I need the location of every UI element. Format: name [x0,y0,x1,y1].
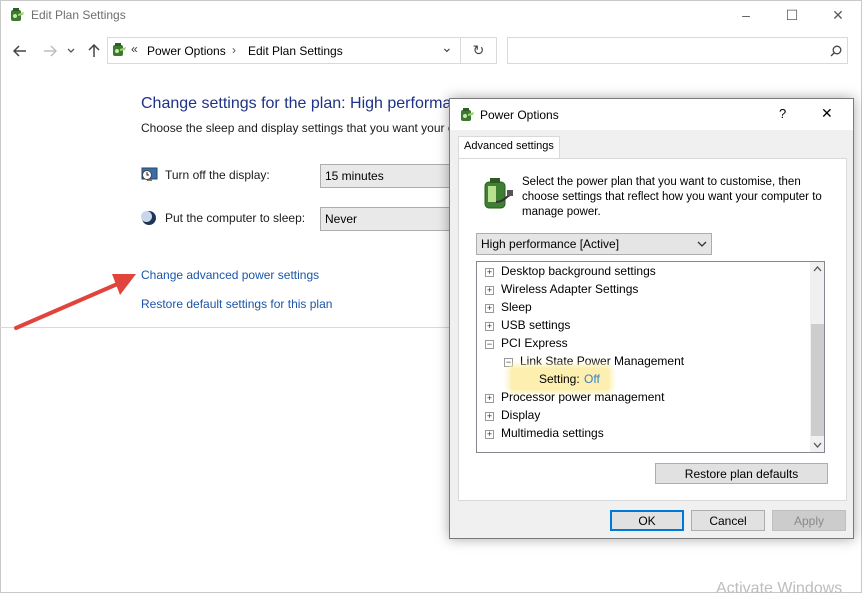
breadcrumb-overflow[interactable]: « [131,42,138,56]
change-advanced-power-settings-link[interactable]: Change advanced power settings [141,268,319,282]
dialog-close-button[interactable]: ✕ [821,105,833,122]
power-options-icon [111,42,127,61]
expand-icon[interactable]: + [485,322,494,331]
back-arrow-icon [13,45,26,57]
annotation-arrow [14,274,136,330]
battery-plug-icon [480,176,514,215]
back-button[interactable] [10,40,30,62]
collapse-icon[interactable]: − [504,358,513,367]
refresh-button[interactable]: ↻ [461,37,497,64]
ok-button[interactable]: OK [610,510,684,531]
chevron-down-icon [697,241,707,247]
expand-icon[interactable]: + [485,412,494,421]
address-bar[interactable]: « Power Options › Edit Plan Settings ⌄ [107,37,461,64]
maximize-icon: ☐ [785,6,799,23]
window-title: Edit Plan Settings [31,8,126,22]
dialog-title: Power Options [480,108,559,122]
display-label: Turn off the display: [165,168,270,182]
power-plan-select[interactable]: High performance [Active] [476,233,712,255]
tree-item-display[interactable]: Display [501,407,540,423]
setting-value-link[interactable]: Off [584,371,600,387]
display-clock-icon [141,167,158,186]
address-dropdown-icon[interactable]: ⌄ [441,39,453,56]
scroll-up-icon[interactable] [813,266,822,272]
advanced-settings-panel: Select the power plan that you want to c… [458,158,847,501]
tree-item-desktop-background[interactable]: Desktop background settings [501,263,656,279]
tree-item-sleep[interactable]: Sleep [501,299,532,315]
tree-item-setting-label: Setting: [539,372,580,386]
dialog-intro-text: Select the power plan that you want to c… [522,176,822,218]
sleep-moon-icon [141,210,157,229]
minimize-button[interactable]: – [723,0,769,30]
power-options-icon [459,107,475,126]
help-button[interactable]: ? [779,106,786,121]
sleep-label: Put the computer to sleep: [165,211,306,225]
tree-item-usb-settings[interactable]: USB settings [501,317,570,333]
breadcrumb-separator: › [232,43,236,57]
scroll-thumb[interactable] [811,324,824,436]
sleep-timeout-select[interactable]: Never [320,207,455,231]
forward-arrow-icon [44,45,57,57]
maximize-button[interactable]: ☐ [769,0,815,30]
up-button[interactable] [84,40,104,62]
tree-item-multimedia[interactable]: Multimedia settings [501,425,604,441]
activation-watermark: Activate Windows [716,580,843,597]
display-timeout-select[interactable]: 15 minutes [320,164,455,188]
expand-icon[interactable]: + [485,394,494,403]
forward-button[interactable] [40,40,60,62]
settings-tree[interactable]: + Desktop background settings + Wireless… [476,261,825,453]
minimize-icon: – [742,7,750,23]
restore-plan-defaults-button[interactable]: Restore plan defaults [655,463,828,484]
expand-icon[interactable]: + [485,268,494,277]
close-button[interactable]: ✕ [815,0,861,30]
breadcrumb-power-options[interactable]: Power Options [147,44,226,58]
tab-advanced-settings[interactable]: Advanced settings [458,136,560,159]
breadcrumb-edit-plan-settings[interactable]: Edit Plan Settings [248,44,343,58]
collapse-icon[interactable]: − [485,340,494,349]
power-options-icon [9,7,25,23]
dialog-titlebar: Power Options ? ✕ [450,99,853,130]
tree-item-link-state-power[interactable]: Link State Power Management [520,353,684,369]
power-options-dialog: Power Options ? ✕ Advanced settings Sele… [449,98,854,539]
chevron-down-icon [67,48,75,53]
tree-item-pci-express[interactable]: PCI Express [501,335,568,351]
search-input[interactable] [507,37,848,64]
expand-icon[interactable]: + [485,286,494,295]
tree-scrollbar[interactable] [810,262,824,452]
close-icon: ✕ [832,6,844,23]
recent-locations-button[interactable] [64,40,78,62]
tree-item-processor-power[interactable]: Processor power management [501,389,664,405]
apply-button[interactable]: Apply [772,510,846,531]
expand-icon[interactable]: + [485,430,494,439]
search-icon [830,45,842,57]
refresh-icon: ↻ [472,42,485,58]
scroll-down-icon[interactable] [813,442,822,448]
tree-item-wireless-adapter[interactable]: Wireless Adapter Settings [501,281,638,297]
power-plan-value: High performance [Active] [481,237,620,251]
page-title: Change settings for the plan: High perfo… [141,95,478,112]
cancel-button[interactable]: Cancel [691,510,765,531]
restore-default-settings-link[interactable]: Restore default settings for this plan [141,297,332,311]
up-arrow-icon [88,44,100,57]
expand-icon[interactable]: + [485,304,494,313]
